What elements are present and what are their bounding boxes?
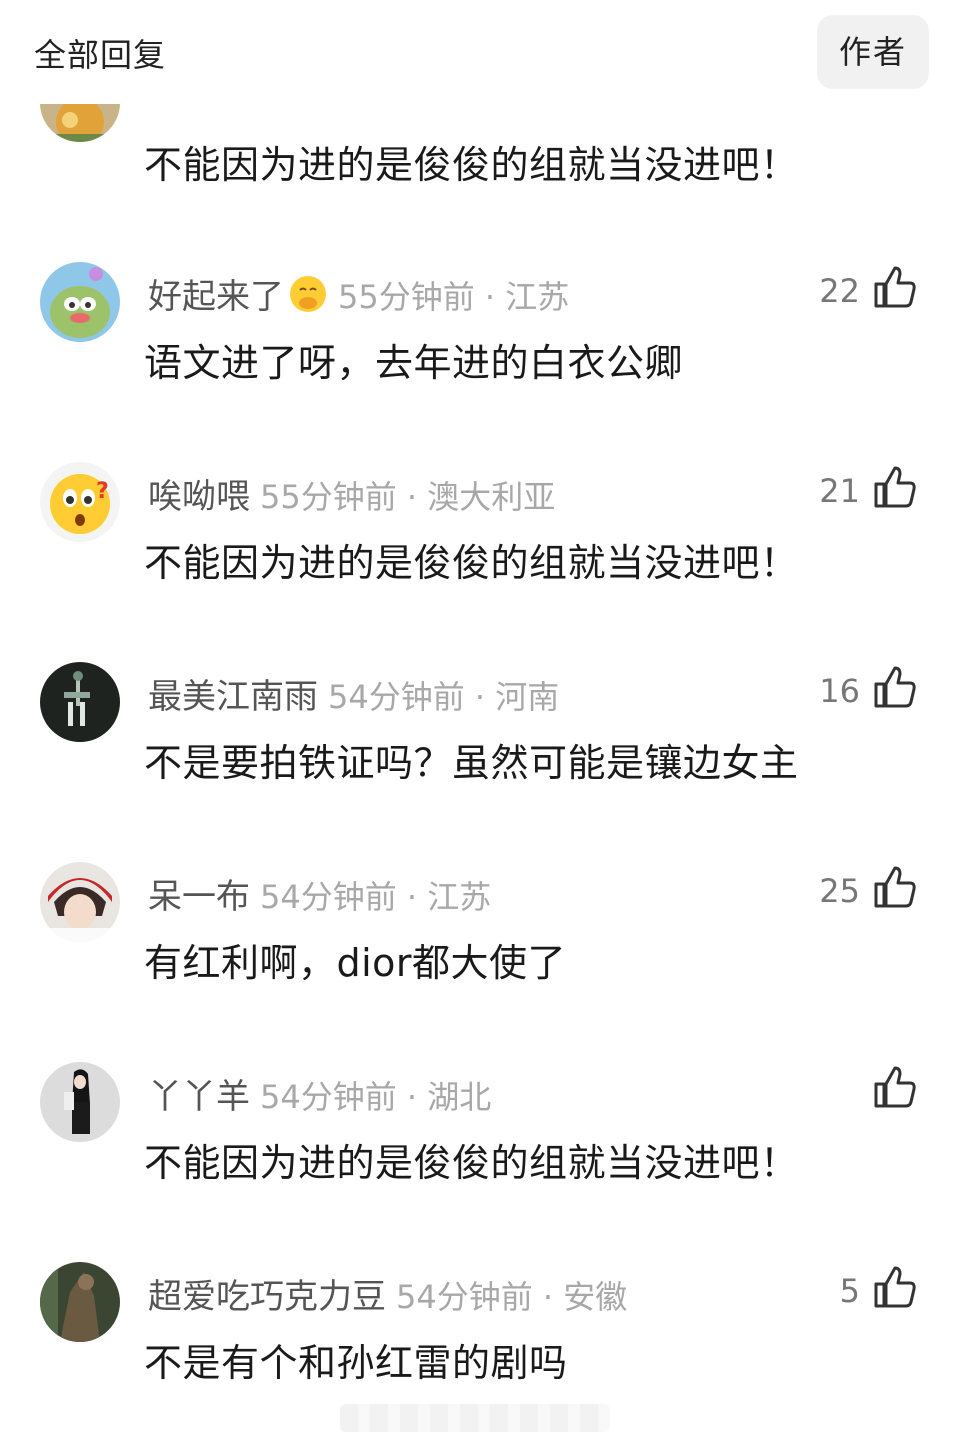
like-count: 21 bbox=[819, 472, 860, 510]
like-count: 5 bbox=[839, 1272, 860, 1310]
header-bar: 全部回复 作者 bbox=[0, 0, 960, 104]
comment-item[interactable]: 呆一布 54分钟前 · 江苏 25 有红利啊，dior都大使了 bbox=[0, 862, 960, 1062]
comment-text: 不能因为进的是俊俊的组就当没进吧！ bbox=[144, 143, 799, 187]
comment-item[interactable]: 最美江南雨 54分钟前 · 河南 16 不是要拍铁证吗？虽然可能是镶边女主 bbox=[0, 662, 960, 862]
comment-meta: 最美江南雨 54分钟前 · 河南 bbox=[148, 669, 559, 718]
comment-time-location: 54分钟前 · 江苏 bbox=[260, 878, 492, 916]
comment-time-location: 54分钟前 · 安徽 bbox=[396, 1278, 628, 1316]
loading-watermark bbox=[340, 1404, 610, 1432]
thumbs-up-icon[interactable] bbox=[872, 664, 918, 710]
comment-time-location: 55分钟前 · 澳大利亚 bbox=[260, 478, 556, 516]
page-title: 全部回复 bbox=[34, 36, 167, 74]
comment-meta: 超爱吃巧克力豆 54分钟前 · 安徽 bbox=[148, 1269, 627, 1318]
username[interactable]: 丫丫羊 bbox=[148, 1077, 250, 1117]
comment-item[interactable]: 好起来了 55分钟前 · 江苏 22 语文进了呀，去年进的白衣公卿 bbox=[0, 262, 960, 462]
author-filter-button[interactable]: 作者 bbox=[817, 15, 929, 89]
comment-text: 不是有个和孙红雷的剧吗 bbox=[144, 1341, 568, 1385]
username[interactable]: 超爱吃巧克力豆 bbox=[148, 1277, 386, 1317]
comment-text: 有红利啊，dior都大使了 bbox=[144, 941, 567, 985]
comment-time-location: 54分钟前 · 湖北 bbox=[260, 1078, 492, 1116]
svg-text:?: ? bbox=[96, 479, 109, 504]
hand-over-mouth-emoji-icon bbox=[288, 274, 328, 314]
comment-time-location: 55分钟前 · 江苏 bbox=[338, 278, 570, 316]
avatar[interactable] bbox=[40, 262, 120, 342]
like-count: 16 bbox=[819, 672, 860, 710]
username[interactable]: 好起来了 bbox=[148, 277, 284, 317]
comment-meta: 呆一布 54分钟前 · 江苏 bbox=[148, 869, 491, 918]
comment-text: 不能因为进的是俊俊的组就当没进吧！ bbox=[144, 1141, 799, 1185]
username[interactable]: 最美江南雨 bbox=[148, 677, 318, 717]
avatar[interactable] bbox=[40, 1062, 120, 1142]
comment-meta: 好起来了 55分钟前 · 江苏 bbox=[148, 269, 569, 318]
like-count: 22 bbox=[819, 272, 860, 310]
like-count: 25 bbox=[819, 872, 860, 910]
avatar[interactable] bbox=[40, 1262, 120, 1342]
thumbs-up-icon[interactable] bbox=[872, 1264, 918, 1310]
comment-text: 不是要拍铁证吗？虽然可能是镶边女主 bbox=[144, 741, 799, 785]
comment-meta: 唉呦喂 55分钟前 · 澳大利亚 bbox=[148, 469, 555, 518]
avatar[interactable] bbox=[40, 862, 120, 942]
thumbs-up-icon[interactable] bbox=[872, 1064, 918, 1110]
username[interactable]: 呆一布 bbox=[148, 877, 250, 917]
avatar[interactable] bbox=[40, 662, 120, 742]
username[interactable]: 唉呦喂 bbox=[148, 477, 250, 517]
comment-meta: 丫丫羊 54分钟前 · 湖北 bbox=[148, 1069, 491, 1118]
avatar[interactable]: ? bbox=[40, 462, 120, 542]
comment-text: 语文进了呀，去年进的白衣公卿 bbox=[144, 341, 684, 385]
comment-text: 不能因为进的是俊俊的组就当没进吧！ bbox=[144, 541, 799, 585]
comment-item[interactable]: 丫丫羊 54分钟前 · 湖北 不能因为进的是俊俊的组就当没进吧！ bbox=[0, 1062, 960, 1262]
comment-time-location: 54分钟前 · 河南 bbox=[328, 678, 560, 716]
comment-replies-page: 不能因为进的是俊俊的组就当没进吧！ 全部回复 作者 好起来了 55分钟前 · 江苏… bbox=[0, 0, 960, 1438]
thumbs-up-icon[interactable] bbox=[872, 464, 918, 510]
comment-item[interactable]: ? 唉呦喂 55分钟前 · 澳大利亚 21 不能因为进的是俊俊的组就当没进吧！ bbox=[0, 462, 960, 662]
thumbs-up-icon[interactable] bbox=[872, 864, 918, 910]
thumbs-up-icon[interactable] bbox=[872, 264, 918, 310]
